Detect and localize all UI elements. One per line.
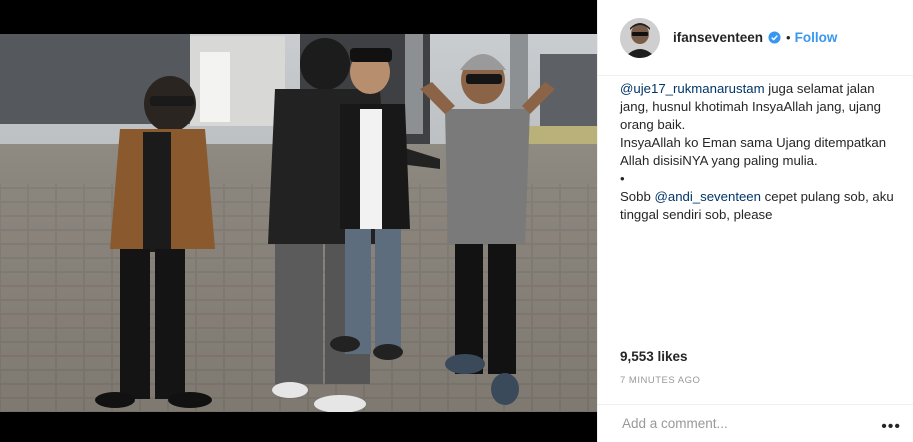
comment-bar — [598, 404, 913, 442]
comment-input[interactable] — [620, 415, 874, 432]
follow-button[interactable]: Follow — [795, 30, 838, 45]
post-caption: @uje17_rukmanarustam juga selamat jalan … — [620, 80, 900, 224]
more-options-icon[interactable]: ••• — [881, 418, 901, 436]
mention-link[interactable]: @andi_seventeen — [654, 189, 761, 204]
post-header: ifanseventeen • Follow — [598, 0, 913, 76]
caption-paragraph-3: Sobb @andi_seventeen cepet pulang sob, a… — [620, 188, 900, 224]
caption-text: Sobb — [620, 189, 655, 204]
caption-paragraph-1: @uje17_rukmanarustam juga selamat jalan … — [620, 80, 900, 134]
avatar[interactable] — [620, 17, 660, 58]
post-media[interactable] — [0, 0, 597, 442]
verified-badge-icon — [768, 31, 781, 44]
username-link[interactable]: ifanseventeen — [673, 30, 763, 45]
caption-paragraph-2: InsyaAllah ko Eman sama Ujang ditempatka… — [620, 135, 887, 168]
separator-dot: • — [786, 30, 791, 45]
likes-count[interactable]: 9,553 likes — [620, 349, 688, 364]
post-photo — [0, 34, 597, 412]
caption-bullet: • — [620, 171, 625, 186]
post-sidebar: ifanseventeen • Follow @uje17_rukmanarus… — [597, 0, 913, 442]
avatar-image — [620, 17, 660, 58]
mention-link[interactable]: @uje17_rukmanarustam — [620, 81, 765, 96]
post-timestamp: 7 MINUTES AGO — [620, 375, 701, 386]
instagram-post: ifanseventeen • Follow @uje17_rukmanarus… — [0, 0, 913, 442]
